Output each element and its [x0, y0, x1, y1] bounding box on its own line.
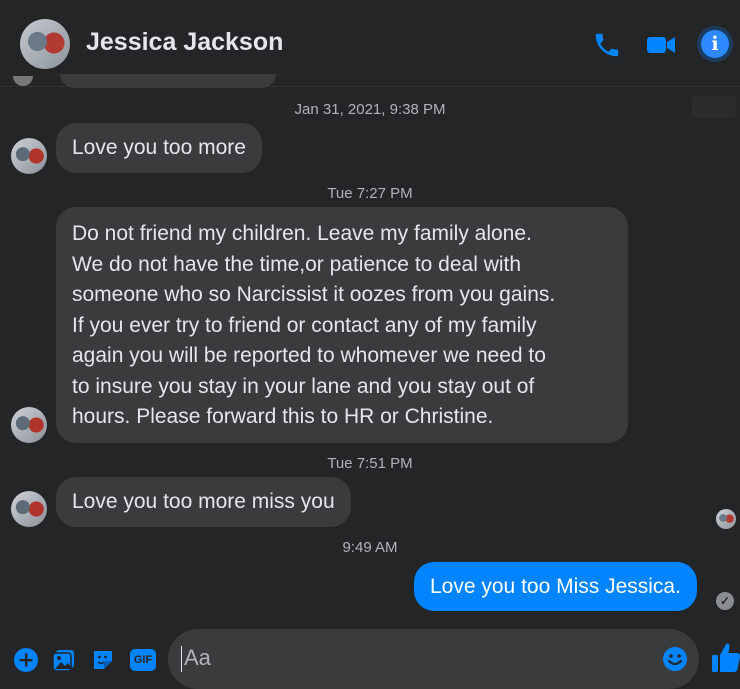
previous-message-fragment — [60, 74, 276, 88]
like-icon[interactable] — [711, 642, 740, 674]
sender-avatar[interactable] — [11, 138, 47, 174]
message-line: again you will be reported to whomever w… — [72, 344, 546, 367]
sticker-icon[interactable] — [91, 648, 115, 672]
info-icon[interactable]: i — [701, 30, 729, 58]
incoming-message[interactable]: Love you too more — [56, 123, 262, 173]
message-line: to insure you stay in your lane and you … — [72, 374, 535, 398]
add-icon[interactable] — [14, 648, 38, 672]
contact-name[interactable]: Jessica Jackson — [86, 28, 283, 57]
incoming-message-long[interactable]: Do not friend my children. Leave my fami… — [56, 207, 628, 443]
message-line: We do not have the time,or patience to d… — [72, 252, 522, 276]
message-line: someone who so Narcissist it oozes from … — [72, 283, 556, 306]
text-caret — [181, 646, 182, 672]
contact-avatar[interactable] — [20, 19, 70, 69]
timestamp: Tue 7:27 PM — [327, 185, 413, 202]
message-line: hours. Please forward this to HR or Chri… — [72, 405, 494, 428]
photo-icon[interactable] — [52, 648, 76, 672]
message-input[interactable] — [168, 629, 699, 689]
video-camera-icon[interactable] — [646, 30, 676, 60]
scroll-indicator[interactable] — [692, 96, 736, 118]
read-receipt-avatar — [716, 509, 736, 529]
info-button[interactable]: i — [697, 26, 733, 62]
message-line: If you ever try to friend or contact any… — [72, 313, 537, 337]
phone-icon[interactable] — [592, 30, 622, 60]
timestamp: 9:49 AM — [342, 539, 398, 556]
timestamp: Jan 31, 2021, 9:38 PM — [294, 101, 446, 118]
sender-avatar[interactable] — [11, 407, 47, 443]
sender-avatar[interactable] — [11, 491, 47, 527]
incoming-message[interactable]: Love you too more miss you — [56, 477, 351, 527]
outgoing-message[interactable]: Love you too Miss Jessica. — [414, 562, 697, 611]
emoji-icon[interactable] — [662, 646, 688, 672]
message-input-placeholder: Aa — [184, 645, 211, 670]
message-line: Do not friend my children. Leave my fami… — [72, 222, 532, 245]
timestamp: Tue 7:51 PM — [327, 455, 413, 472]
delivered-check-icon: ✓ — [716, 592, 734, 610]
gif-icon[interactable]: GIF — [130, 649, 156, 671]
